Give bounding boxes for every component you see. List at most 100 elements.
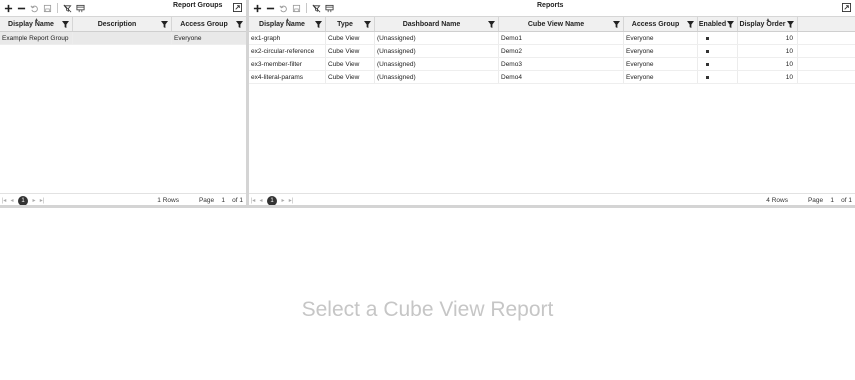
horizontal-splitter[interactable] [0,205,855,208]
enabled-checkbox[interactable] [706,36,709,40]
cell-enabled[interactable] [698,32,738,44]
header-filler [798,17,855,31]
remove-button[interactable] [15,2,27,14]
table-row[interactable]: ex2-circular-reference Cube View (Unassi… [249,45,855,58]
cell-dashboard-name[interactable]: (Unassigned) [375,45,499,57]
cell-description[interactable] [73,32,172,44]
cell-display-name[interactable]: ex3-member-filter [249,58,326,70]
filter-icon[interactable] [613,21,620,28]
enabled-checkbox[interactable] [706,75,709,79]
filter-icon[interactable] [236,21,243,28]
cell-type[interactable]: Cube View [326,32,375,44]
toolbar-separator [57,3,58,13]
prev-page-icon[interactable]: ◂ [8,197,16,204]
filter-icon[interactable] [488,21,495,28]
column-header-display-name[interactable]: ▲ Display Name [0,17,73,31]
filter-icon[interactable] [687,21,694,28]
maximize-icon[interactable] [233,3,242,12]
column-settings-button[interactable] [323,2,335,14]
column-header-type[interactable]: Type [326,17,375,31]
save-icon [43,4,51,12]
cell-display-name[interactable]: Example Report Group [0,32,73,44]
column-header-dashboard-name[interactable]: Dashboard Name [375,17,499,31]
cell-enabled[interactable] [698,58,738,70]
clear-filters-button[interactable] [310,2,322,14]
column-header-display-order[interactable]: ▲ Display Order [738,17,798,31]
prev-page-icon[interactable]: ◂ [257,197,265,204]
page-total: of 1 [232,197,243,204]
first-page-icon[interactable]: |◂ [0,197,8,204]
undo-button[interactable] [28,2,40,14]
add-button[interactable] [2,2,14,14]
reports-toolbar: Reports [249,0,855,16]
filter-icon[interactable] [364,21,371,28]
cell-display-name[interactable]: ex1-graph [249,32,326,44]
page-number-button[interactable]: 1 [267,195,277,206]
column-settings-button[interactable] [74,2,86,14]
clear-filters-button[interactable] [61,2,73,14]
table-row[interactable]: ex1-graph Cube View (Unassigned) Demo1 E… [249,32,855,45]
table-row[interactable]: ex3-member-filter Cube View (Unassigned)… [249,58,855,71]
cell-access-group[interactable]: Everyone [624,58,698,70]
save-icon [292,4,300,12]
cell-display-order[interactable]: 10 [738,45,798,57]
cell-cube-view-name[interactable]: Demo2 [499,45,624,57]
cell-access-group[interactable]: Everyone [624,45,698,57]
filter-icon[interactable] [727,21,734,28]
next-page-icon[interactable]: ▸ [279,197,287,204]
filter-icon[interactable] [161,21,168,28]
cell-display-order[interactable]: 10 [738,32,798,44]
cell-access-group[interactable]: Everyone [172,32,246,44]
cell-cube-view-name[interactable]: Demo4 [499,71,624,83]
cell-type[interactable]: Cube View [326,58,375,70]
cell-type[interactable]: Cube View [326,71,375,83]
column-header-display-name[interactable]: ▲ Display Name [249,17,326,31]
cell-display-order[interactable]: 10 [738,71,798,83]
cell-display-name[interactable]: ex4-literal-params [249,71,326,83]
cell-enabled[interactable] [698,71,738,83]
pager-info: 4 Rows Page 1 of 1 [766,197,855,204]
last-page-icon[interactable]: ▸| [38,197,46,204]
column-header-access-group[interactable]: Access Group [172,17,246,31]
enabled-checkbox[interactable] [706,62,709,66]
sort-indicator-icon: ▲ [34,17,39,23]
save-button[interactable] [290,2,302,14]
column-header-description[interactable]: Description [73,17,172,31]
cell-cube-view-name[interactable]: Demo3 [499,58,624,70]
cell-access-group[interactable]: Everyone [624,71,698,83]
filter-icon[interactable] [62,21,69,28]
page-input[interactable]: 1 [825,197,839,204]
column-header-enabled[interactable]: Enabled [698,17,738,31]
report-groups-panel: Report Groups ▲ Display Name Description… [0,0,246,207]
cell-dashboard-name[interactable]: (Unassigned) [375,71,499,83]
cell-access-group[interactable]: Everyone [624,32,698,44]
filter-icon[interactable] [315,21,322,28]
filter-icon[interactable] [787,21,794,28]
add-button[interactable] [251,2,263,14]
first-page-icon[interactable]: |◂ [249,197,257,204]
save-button[interactable] [41,2,53,14]
last-page-icon[interactable]: ▸| [287,197,295,204]
column-header-cube-view-name[interactable]: Cube View Name [499,17,624,31]
table-row[interactable]: Example Report Group Everyone [0,32,246,45]
row-count: 1 Rows [157,197,179,204]
maximize-icon[interactable] [842,3,851,12]
cell-display-order[interactable]: 10 [738,58,798,70]
page-number-button[interactable]: 1 [18,195,28,206]
remove-button[interactable] [264,2,276,14]
page-input[interactable]: 1 [216,197,230,204]
table-row[interactable]: ex4-literal-params Cube View (Unassigned… [249,71,855,84]
cell-cube-view-name[interactable]: Demo1 [499,32,624,44]
next-page-icon[interactable]: ▸ [30,197,38,204]
cell-dashboard-name[interactable]: (Unassigned) [375,58,499,70]
cell-dashboard-name[interactable]: (Unassigned) [375,32,499,44]
report-groups-toolbar: Report Groups [0,0,246,16]
add-icon [4,4,12,12]
undo-button[interactable] [277,2,289,14]
column-header-access-group[interactable]: Access Group [624,17,698,31]
cell-display-name[interactable]: ex2-circular-reference [249,45,326,57]
cell-type[interactable]: Cube View [326,45,375,57]
enabled-checkbox[interactable] [706,49,709,53]
cell-enabled[interactable] [698,45,738,57]
panel-title: Reports [537,2,564,9]
